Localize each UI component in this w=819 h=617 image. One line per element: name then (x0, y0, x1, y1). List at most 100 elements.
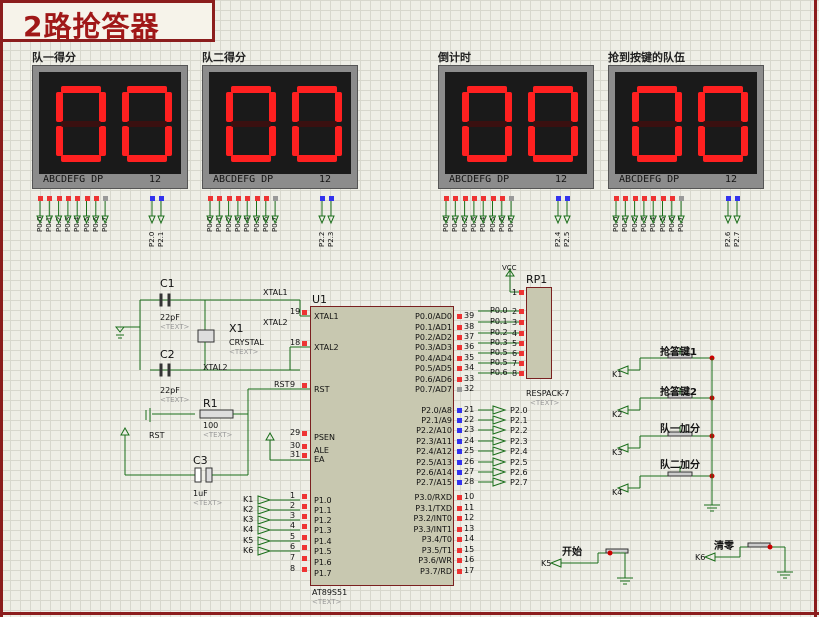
mcu-pin-name: P0.5/AD5 (415, 364, 452, 373)
pin-marker (457, 428, 462, 433)
p2-net: P2.6 (510, 468, 528, 477)
mcu-pin-number: 37 (464, 332, 475, 341)
mcu-pin-name: P2.2/A10 (416, 426, 452, 435)
p0-net: P0.2 (490, 328, 508, 337)
rp-pin-number: 2 (512, 307, 518, 316)
k-input: K5 (243, 536, 254, 545)
bus-arrow-icon (54, 215, 63, 225)
resistor-pack[interactable] (526, 287, 552, 379)
ground-icon (114, 326, 126, 333)
pin-marker (457, 480, 462, 485)
bus-arrow-icon (460, 215, 469, 225)
bus-arrow-icon (215, 215, 224, 225)
button-net-1: K1 (612, 370, 623, 379)
mcu-pin-number: 13 (464, 524, 475, 533)
mcu-pin-name: P3.7/RD (420, 567, 452, 576)
x1-ref: X1 (229, 322, 244, 335)
pin-marker (302, 514, 307, 519)
mcu-pin-number: 31 (290, 450, 301, 459)
mcu-pin-name: P3.3/INT1 (413, 525, 452, 534)
resistor-icon (199, 409, 234, 419)
bus-arrow-icon (442, 215, 450, 225)
c1-ref: C1 (160, 277, 175, 290)
p2-net: P2.5 (510, 458, 528, 467)
button-net-2: K2 (612, 410, 623, 419)
bus-arrow-icon (157, 215, 165, 225)
rp-name: RESPACK-7 (526, 389, 570, 398)
p2-net: P2.1 (510, 416, 528, 425)
p0-net: P0.5 (490, 348, 508, 357)
bus-arrow-icon (252, 215, 261, 225)
mcu-pin-name: P1.0 (314, 496, 332, 505)
output-arrow-icon (492, 415, 507, 425)
rp-pin-number: 4 (512, 329, 518, 338)
pin-marker (457, 387, 462, 392)
rst-net: RST (274, 380, 290, 389)
button-label-4: 队二加分 (660, 460, 700, 471)
pin-marker (302, 524, 307, 529)
c3-text: <TEXT> (193, 499, 223, 507)
pin-marker (457, 314, 462, 319)
vcc-arrow-icon (120, 426, 130, 436)
c1-text: <TEXT> (160, 323, 190, 331)
c3-value: 1uF (193, 489, 208, 498)
mcu-pin-name: RST (314, 385, 330, 394)
push-button-icon (667, 471, 693, 477)
mcu-pin-number: 32 (464, 384, 475, 393)
bus-arrow-icon (92, 215, 100, 225)
mcu-pin-name: P1.7 (314, 569, 332, 578)
output-arrow-icon (492, 405, 507, 415)
p0-net: P0.6 (490, 368, 508, 377)
input-arrow-icon (257, 495, 272, 505)
pin-marker (519, 290, 524, 295)
pin-marker (302, 431, 307, 436)
cap-plate (159, 363, 163, 377)
bus-arrow-icon (101, 215, 109, 225)
bus-arrow-icon (630, 215, 639, 225)
bus-arrow-icon (243, 215, 251, 225)
mcu-pin-number: 26 (464, 457, 475, 466)
pin-marker (519, 361, 524, 366)
output-arrow-icon (492, 436, 507, 446)
pin-marker (302, 494, 307, 499)
x1-value: CRYSTAL (229, 338, 264, 347)
pin-marker (457, 527, 462, 532)
k-input: K2 (243, 505, 254, 514)
mcu-pin-number: 4 (290, 521, 296, 530)
cap-plate (167, 293, 171, 307)
pin-marker (457, 345, 462, 350)
mcu-pin-number: 28 (464, 477, 475, 486)
mcu-pin-number: 12 (464, 513, 475, 522)
p2-net: P2.0 (510, 406, 528, 415)
button-net-6: K6 (695, 553, 706, 562)
pin-marker (457, 558, 462, 563)
bus-arrow-icon (82, 215, 91, 225)
p2-net: P2.3 (510, 437, 528, 446)
rp-pin-number: 8 (512, 369, 518, 378)
pin-marker (457, 439, 462, 444)
pin-marker (457, 569, 462, 574)
mcu-name: AT89S51 (312, 588, 348, 597)
pin-marker (457, 366, 462, 371)
mcu-pin-number: 27 (464, 467, 475, 476)
mcu-pin-number: 35 (464, 353, 475, 362)
bus-arrow-icon (271, 215, 279, 225)
button-label-6: 清零 (714, 541, 734, 552)
pin-marker (302, 556, 307, 561)
bus-arrow-icon (498, 215, 506, 225)
rp-pin-number: 5 (512, 339, 518, 348)
mcu-pin-number: 6 (290, 542, 296, 551)
p0-net: P0.5 (490, 358, 508, 367)
xtal1-net: XTAL1 (263, 288, 288, 297)
mcu-pin-name: P1.5 (314, 547, 332, 556)
bus-arrow-icon (262, 215, 270, 225)
cap-plate (194, 467, 202, 483)
button-label-2: 抢答键2 (660, 387, 697, 398)
mcu-pin-number: 11 (464, 503, 475, 512)
k-input: K1 (243, 495, 254, 504)
output-arrow-icon (492, 446, 507, 456)
mcu-ref: U1 (312, 293, 328, 306)
mcu-pin-name: ALE (314, 446, 329, 455)
rp-pin-number: 3 (512, 318, 518, 327)
bus-arrow-icon (36, 215, 44, 225)
